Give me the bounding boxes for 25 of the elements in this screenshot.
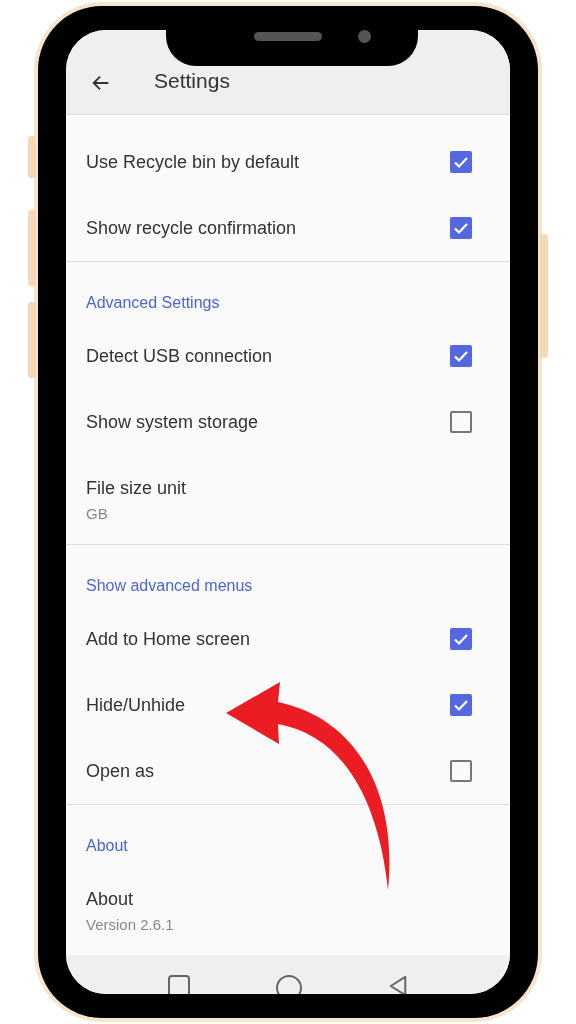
- section-header: About: [86, 837, 128, 854]
- setting-label: Hide/Unhide: [86, 694, 186, 716]
- screen-title: Settings: [154, 68, 230, 94]
- checkbox[interactable]: [450, 217, 472, 239]
- checkbox[interactable]: [450, 345, 472, 367]
- checkbox[interactable]: [450, 151, 472, 173]
- setting-label: Detect USB connection: [86, 345, 273, 367]
- setting-label: Show system storage: [86, 411, 259, 433]
- checkbox[interactable]: [450, 694, 472, 716]
- checkbox[interactable]: [450, 760, 472, 782]
- back-icon[interactable]: [388, 975, 408, 994]
- setting-label: About: [86, 888, 134, 910]
- section-header: Advanced Settings: [86, 294, 220, 311]
- setting-label: Open as: [86, 760, 155, 782]
- setting-label: Show recycle confirmation: [86, 217, 297, 239]
- checkbox[interactable]: [450, 411, 472, 433]
- setting-value: GB: [86, 504, 108, 522]
- home-icon[interactable]: [276, 975, 302, 994]
- setting-label: Use Recycle bin by default: [86, 151, 300, 173]
- setting-label: Add to Home screen: [86, 628, 251, 650]
- recents-icon[interactable]: [168, 975, 190, 994]
- checkbox[interactable]: [450, 628, 472, 650]
- setting-label: File size unit: [86, 477, 187, 499]
- setting-value: Version 2.6.1: [86, 915, 174, 933]
- section-header: Show advanced menus: [86, 577, 253, 594]
